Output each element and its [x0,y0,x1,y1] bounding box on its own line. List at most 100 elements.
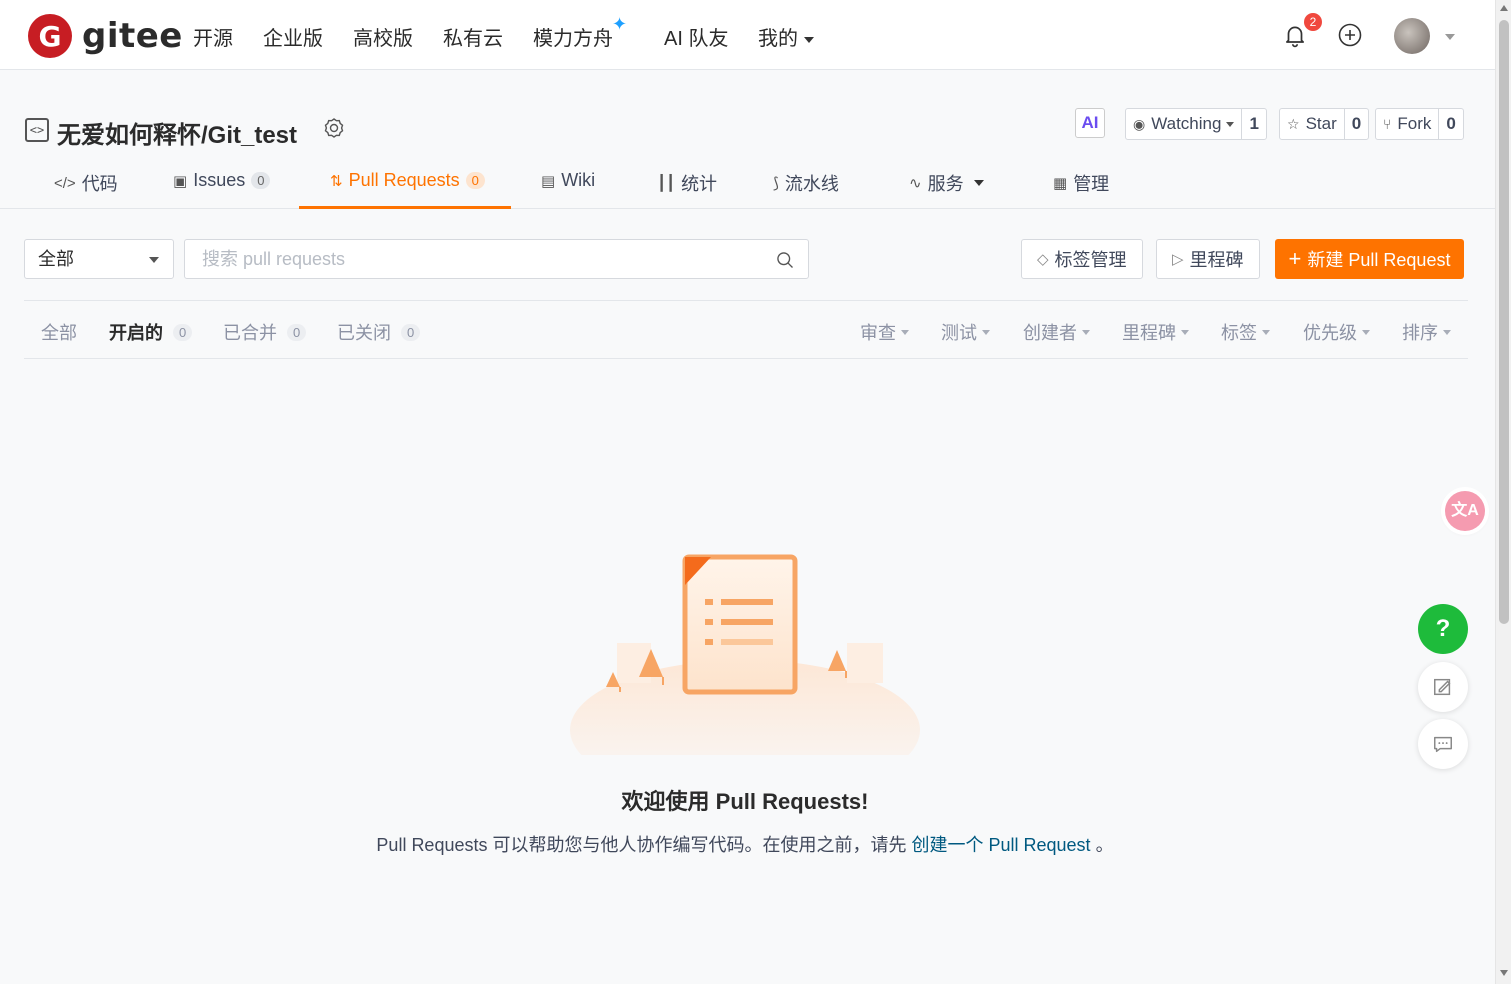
avatar-chevron-down-icon[interactable] [1445,34,1455,40]
filter-review-dropdown[interactable]: 审查 [860,319,909,345]
empty-state-description: Pull Requests 可以帮助您与他人协作编写代码。在使用之前，请先 创建… [0,831,1490,857]
tab-pipeline[interactable]: ⟆ 流水线 [773,170,839,196]
watch-count[interactable]: 1 [1242,109,1265,139]
nav-open-source[interactable]: 开源 [193,22,233,51]
tab-manage[interactable]: ▦ 管理 [1053,170,1109,196]
page-scrollbar[interactable] [1495,0,1511,984]
filter-sort-label: 排序 [1402,323,1438,343]
nav-moli-fangzhou[interactable]: 模力方舟 [533,22,613,51]
empty-state-title: 欢迎使用 Pull Requests! [621,789,869,814]
fork-count[interactable]: 0 [1439,109,1462,139]
tab-pull-requests[interactable]: ⇅ Pull Requests 0 [330,170,485,191]
chat-button[interactable] [1418,719,1468,769]
translate-icon[interactable]: 文A [1445,491,1485,531]
chevron-down-icon [149,257,159,263]
tab-issues-count: 0 [251,172,271,189]
pull-request-icon: ⇅ [330,172,343,190]
nav-ai-teammate[interactable]: AI 队友 [664,22,728,51]
tab-stats-label: 统计 [681,174,718,194]
gitee-logo-icon: G [28,14,72,58]
filter-label-label: 标签 [1221,323,1257,343]
filter-priority-dropdown[interactable]: 优先级 [1303,319,1370,345]
scrollbar-thumb[interactable] [1499,20,1509,624]
chevron-down-icon [804,36,814,43]
tab-services-label: 服务 [927,174,964,194]
filter-open[interactable]: 开启的 0 [109,319,193,345]
award-icon[interactable] [322,117,346,141]
user-avatar[interactable] [1394,18,1430,54]
filter-milestone-dropdown[interactable]: 里程碑 [1122,319,1189,345]
star-icon: ☆ [1287,115,1300,132]
chevron-down-icon [1362,329,1370,335]
ai-assistant-button[interactable]: AI [1075,108,1105,138]
nav-enterprise[interactable]: 企业版 [263,22,323,51]
tab-code-label: 代码 [81,174,118,194]
filter-sort-dropdown[interactable]: 排序 [1402,319,1451,345]
fork-button[interactable]: ⑂ Fork 0 [1375,108,1464,140]
labels-manage-label: 标签管理 [1054,250,1127,270]
fork-icon: ⑂ [1383,116,1392,132]
star-count[interactable]: 0 [1345,109,1368,139]
filter-author-dropdown[interactable]: 创建者 [1023,319,1090,345]
tag-icon: ◇ [1037,251,1049,268]
filter-closed-label: 已关闭 [337,323,391,343]
tab-issues[interactable]: ▣ Issues 0 [173,170,271,191]
create-pull-request-link[interactable]: 创建一个 Pull Request [912,835,1091,855]
search-icon[interactable] [775,250,795,270]
filter-all[interactable]: 全部 [41,319,77,345]
chevron-down-icon [1082,329,1090,335]
code-icon: </> [54,174,76,192]
tab-wiki[interactable]: ▤ Wiki [541,170,595,191]
tab-stats[interactable]: ┃┃ 统计 [657,170,717,196]
issues-icon: ▣ [173,172,188,190]
plus-icon: + [1288,246,1302,271]
filter-all-label: 全部 [41,323,77,343]
chevron-down-icon [973,180,984,186]
scope-select[interactable]: 全部 [24,239,174,279]
tab-services[interactable]: ∿ 服务 [909,170,984,196]
search-field[interactable] [184,239,809,279]
chevron-down-icon [901,329,909,335]
nav-education[interactable]: 高校版 [353,22,413,51]
new-pull-request-label: 新建 Pull Request [1307,250,1451,270]
top-navbar: G gitee 开源 企业版 高校版 私有云 模力方舟 ✦ AI 队友 我的 2 [0,0,1495,70]
filter-test-dropdown[interactable]: 测试 [941,319,990,345]
filter-closed[interactable]: 已关闭 0 [337,319,421,345]
repo-title[interactable]: 无爱如何释怀/Git_test [57,115,297,150]
filter-label-dropdown[interactable]: 标签 [1221,319,1270,345]
filter-review-label: 审查 [860,323,896,343]
eye-icon: ◉ [1133,115,1146,132]
help-button[interactable]: ? [1418,604,1468,654]
empty-state-desc-suffix: 。 [1095,835,1114,855]
filter-author-label: 创建者 [1023,323,1077,343]
plus-circle-icon[interactable] [1338,23,1362,47]
tab-pull-requests-count: 0 [465,172,485,189]
nav-mine-label: 我的 [758,28,798,50]
star-button[interactable]: ☆ Star 0 [1279,108,1370,140]
new-pull-request-button[interactable]: + 新建 Pull Request [1275,239,1464,279]
nav-mine[interactable]: 我的 [758,22,814,51]
labels-manage-button[interactable]: ◇ 标签管理 [1021,239,1143,279]
filter-bar: 全部 开启的 0 已合并 0 已关闭 0 审查 测试 创建者 里程碑 标签 优先级 排… [24,300,1468,359]
tab-code[interactable]: </> 代码 [54,170,118,196]
tab-wiki-label: Wiki [561,170,596,190]
watch-label: Watching [1151,114,1222,133]
active-tab-indicator [299,206,511,209]
feedback-button[interactable] [1418,662,1468,712]
sparkle-icon: ✦ [612,14,628,34]
nav-private-cloud[interactable]: 私有云 [443,22,503,51]
scroll-up-arrow-icon[interactable] [1500,5,1508,11]
book-icon: ▤ [541,172,556,190]
gitee-logo[interactable]: G gitee [28,14,183,58]
watch-button[interactable]: ◉ Watching 1 [1125,108,1267,140]
chevron-down-icon [982,329,990,335]
search-input[interactable] [185,240,745,278]
filter-merged[interactable]: 已合并 0 [223,319,307,345]
scroll-down-arrow-icon[interactable] [1500,970,1508,976]
chevron-down-icon [1181,329,1189,335]
milestones-button[interactable]: ▷ 里程碑 [1156,239,1260,279]
repo-code-icon: <> [25,118,49,142]
tab-issues-label: Issues [193,170,246,190]
chevron-down-icon [1443,329,1451,335]
pipeline-icon: ⟆ [773,175,779,192]
